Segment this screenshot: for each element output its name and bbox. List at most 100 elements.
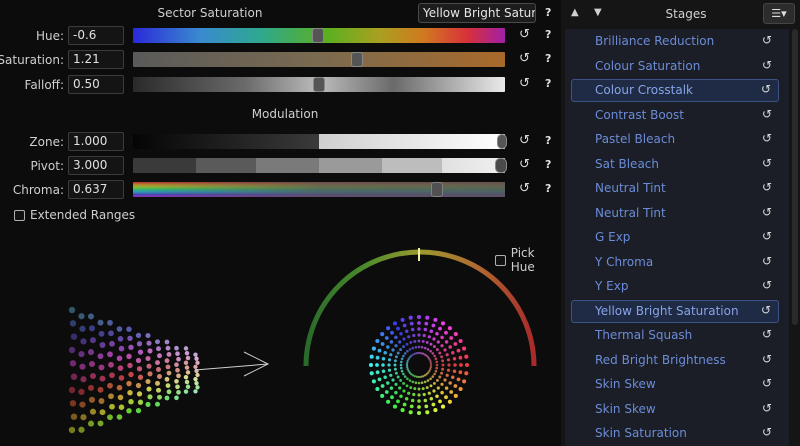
hue-input[interactable]: -0.6	[68, 26, 124, 45]
hue-reset-icon[interactable]: ↺	[519, 27, 530, 42]
stage-reset-icon[interactable]: ↺	[762, 254, 772, 268]
saturation-reset-icon[interactable]: ↺	[519, 51, 530, 66]
hue-slider[interactable]	[133, 28, 505, 43]
stage-reset-icon[interactable]: ↺	[762, 278, 772, 292]
stage-reset-icon[interactable]: ↺	[762, 58, 772, 72]
falloff-slider-handle[interactable]	[313, 77, 325, 92]
stage-select-dropdown[interactable]: Yellow Bright Saturation	[418, 3, 536, 23]
stage-reset-icon[interactable]: ↺	[762, 425, 772, 439]
falloff-reset-icon[interactable]: ↺	[519, 76, 530, 91]
stage-reset-icon[interactable]: ↺	[762, 229, 772, 243]
stage-item[interactable]: Pastel Bleach ↺	[571, 128, 779, 151]
cone-dot	[128, 371, 134, 378]
stage-item[interactable]: Skin Skew ↺	[571, 373, 779, 396]
cone-dot	[145, 333, 151, 339]
zone-slider-handle[interactable]	[497, 134, 507, 149]
cone-dot	[146, 363, 152, 369]
pivot-slider-handle[interactable]	[495, 158, 507, 173]
hue-slider-handle[interactable]	[312, 28, 324, 43]
extended-ranges-box[interactable]	[14, 209, 25, 221]
chroma-help-button[interactable]: ?	[545, 182, 551, 195]
cone-dot	[116, 414, 123, 420]
cone-dot	[165, 383, 171, 388]
zone-help-button[interactable]: ?	[545, 134, 551, 147]
pivot-reset-icon[interactable]: ↺	[519, 157, 530, 172]
stage-item[interactable]: Skin Saturation ↺	[571, 422, 779, 445]
stage-item[interactable]: Y Chroma ↺	[571, 251, 779, 274]
wheel-dot	[429, 363, 433, 367]
wheel-dot	[453, 342, 458, 346]
falloff-input[interactable]: 0.50	[68, 75, 124, 94]
cone-dot	[126, 408, 132, 414]
chroma-reset-icon[interactable]: ↺	[519, 181, 530, 196]
stage-list-scrollbar[interactable]	[792, 29, 798, 325]
stage-item[interactable]: G Exp ↺	[571, 226, 779, 249]
wheel-dot	[423, 346, 427, 350]
wheel-dot	[462, 379, 467, 384]
stage-item[interactable]: Contrast Boost ↺	[571, 104, 779, 127]
wheel-dot	[458, 370, 463, 375]
stage-reset-icon[interactable]: ↺	[762, 131, 772, 145]
wheel-dot	[451, 350, 455, 355]
saturation-input[interactable]: 1.21	[68, 50, 124, 69]
wheel-dot	[375, 370, 380, 375]
stage-item[interactable]: Colour Saturation ↺	[571, 55, 779, 78]
wheel-dot	[425, 386, 429, 390]
stage-reset-icon[interactable]: ↺	[762, 107, 772, 121]
stage-reset-icon[interactable]: ↺	[761, 303, 771, 317]
extended-ranges-checkbox[interactable]: Extended Ranges	[14, 208, 135, 222]
falloff-help-button[interactable]: ?	[545, 77, 551, 90]
saturation-slider[interactable]	[133, 52, 505, 67]
stage-reset-icon[interactable]: ↺	[762, 376, 772, 390]
zone-slider[interactable]	[133, 134, 507, 149]
stage-item[interactable]: Yellow Bright Saturation ↺	[571, 299, 779, 323]
cone-dot	[145, 355, 151, 362]
cone-dot	[78, 313, 85, 320]
stage-item[interactable]: Colour Crosstalk ↺	[571, 79, 779, 102]
pivot-help-button[interactable]: ?	[545, 158, 551, 171]
hue-help-button[interactable]: ?	[545, 28, 551, 41]
stage-reset-icon[interactable]: ↺	[762, 205, 772, 219]
stage-item[interactable]: Thermal Squash ↺	[571, 324, 779, 347]
hue-row: Hue: -0.6 ↺ ?	[0, 26, 561, 46]
saturation-slider-handle[interactable]	[351, 52, 363, 67]
falloff-slider[interactable]	[133, 77, 505, 92]
chroma-input[interactable]: 0.637	[68, 180, 124, 199]
help-button[interactable]: ?	[545, 6, 551, 19]
hue-arc[interactable]	[303, 249, 537, 367]
wheel-dot	[438, 399, 442, 404]
stage-item[interactable]: Skin Skew ↺	[571, 398, 779, 421]
stage-item[interactable]: Brilliance Reduction ↺	[571, 30, 779, 53]
stage-item[interactable]: Neutral Tint ↺	[571, 202, 779, 225]
stages-menu-button[interactable]: ☰▾	[763, 3, 795, 24]
pivot-slider[interactable]	[133, 158, 507, 173]
stage-reset-icon[interactable]: ↺	[762, 156, 772, 170]
wheel-dot	[446, 368, 451, 372]
cone-dot	[137, 349, 144, 355]
wheel-dot	[422, 333, 426, 338]
stage-reset-icon[interactable]: ↺	[762, 180, 772, 194]
wheel-dot	[371, 346, 376, 351]
stage-item[interactable]: Y Exp ↺	[571, 275, 779, 298]
chroma-slider-handle[interactable]	[431, 182, 443, 197]
cone-dot	[137, 399, 144, 405]
stage-reset-icon[interactable]: ↺	[762, 401, 772, 415]
stage-item[interactable]: Sat Bleach ↺	[571, 153, 779, 176]
wheel-dot	[417, 393, 421, 397]
chroma-slider[interactable]	[133, 182, 505, 197]
stage-reset-icon[interactable]: ↺	[761, 82, 771, 96]
wheel-dot	[434, 369, 438, 373]
zone-input[interactable]: 1.000	[68, 132, 124, 151]
stage-reset-icon[interactable]: ↺	[762, 33, 772, 47]
stage-reset-icon[interactable]: ↺	[762, 327, 772, 341]
wheel-dot	[410, 327, 415, 332]
cone-dot	[108, 330, 114, 337]
cone-dot	[176, 389, 181, 395]
cone-dot	[136, 366, 143, 372]
zone-reset-icon[interactable]: ↺	[519, 133, 530, 148]
stage-reset-icon[interactable]: ↺	[762, 352, 772, 366]
pivot-input[interactable]: 3.000	[68, 156, 124, 175]
stage-item[interactable]: Neutral Tint ↺	[571, 177, 779, 200]
saturation-help-button[interactable]: ?	[545, 52, 551, 65]
stage-item[interactable]: Red Bright Brightness ↺	[571, 349, 779, 372]
